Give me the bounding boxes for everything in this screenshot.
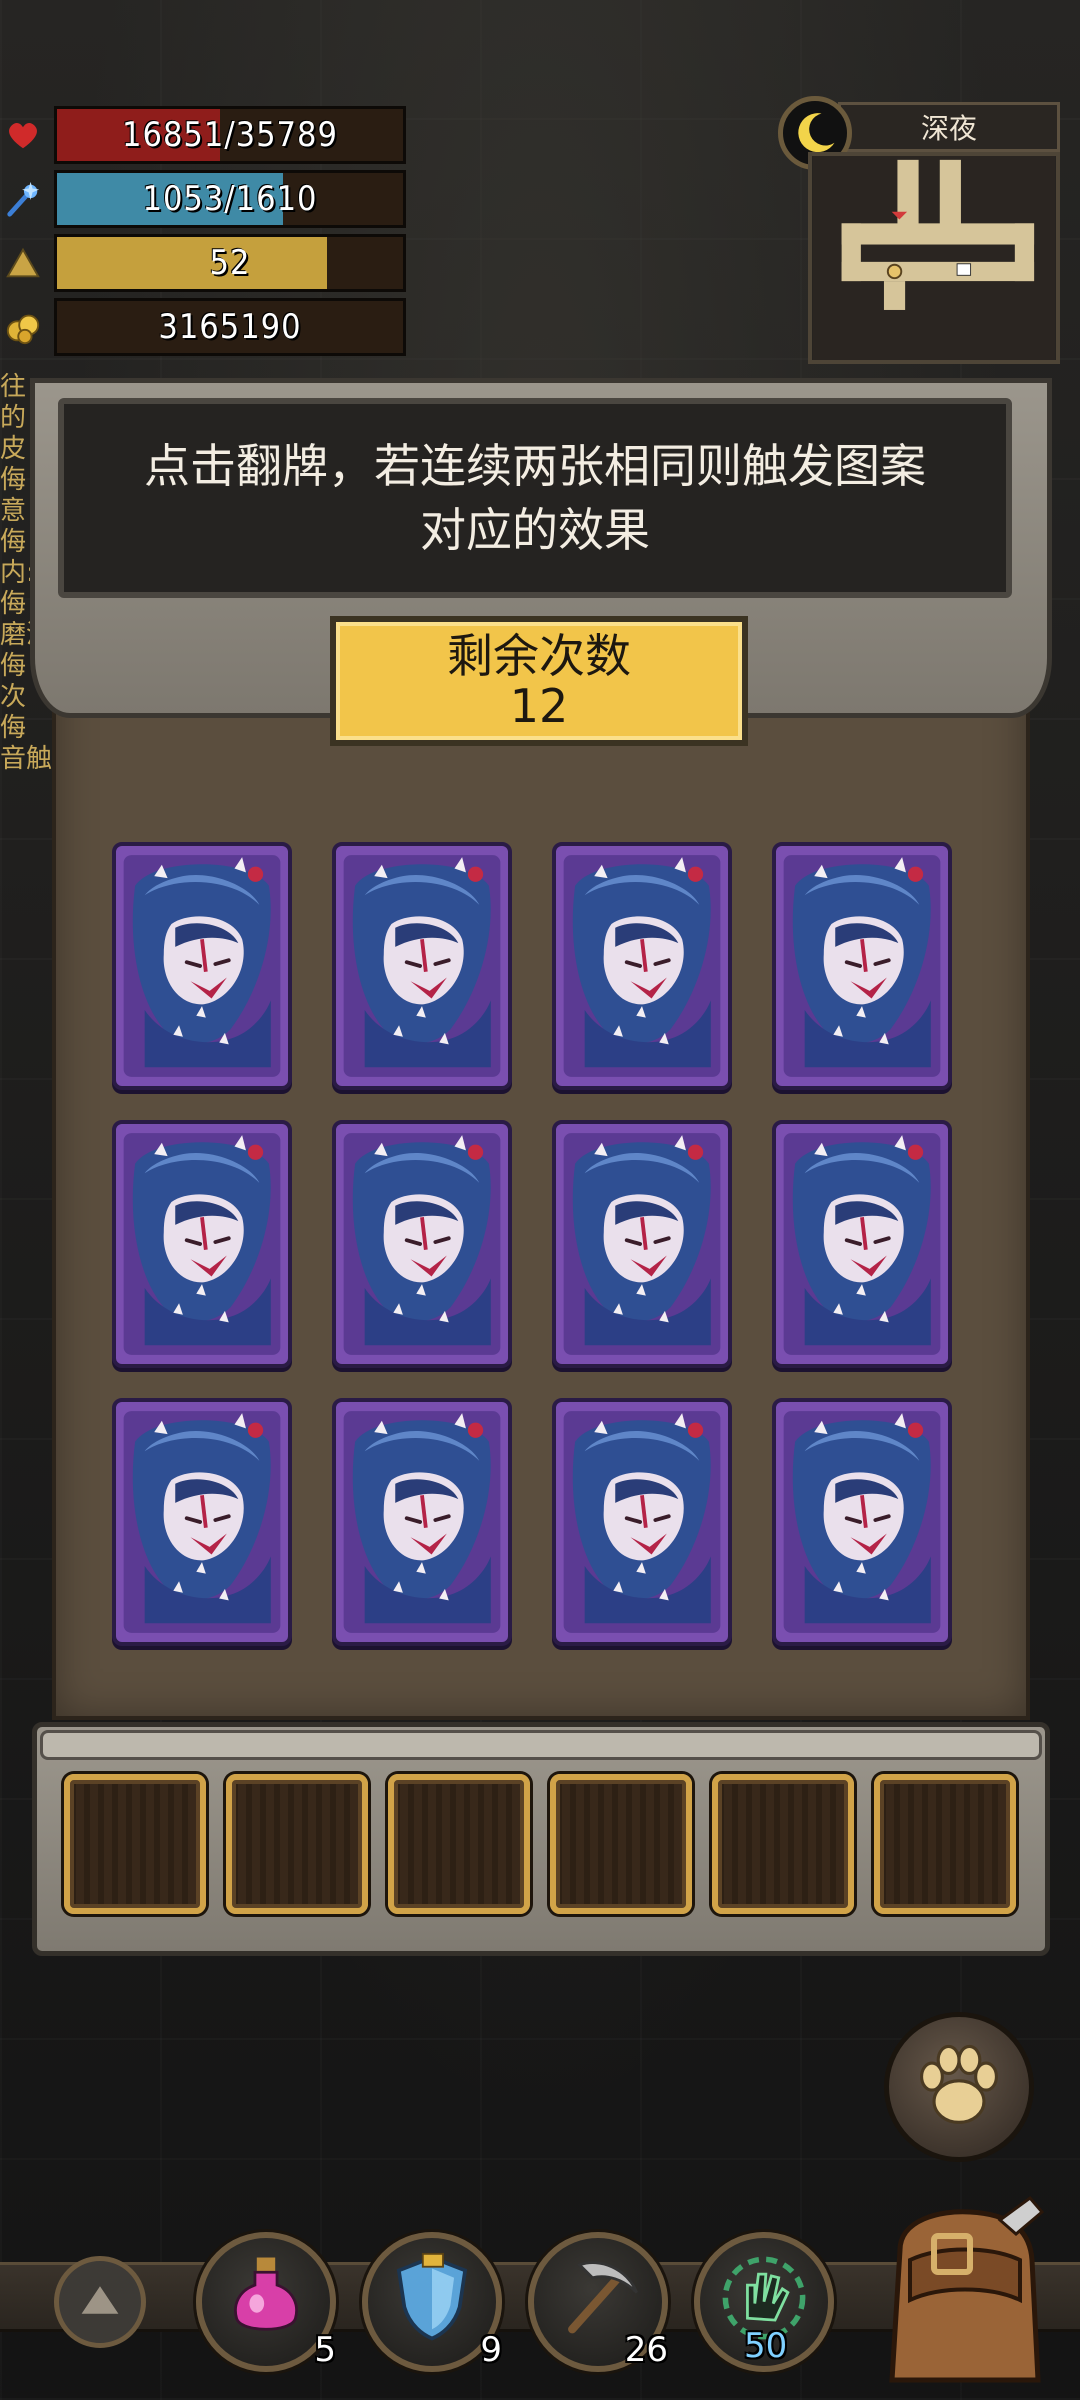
hp-bar: 16851/35789	[54, 106, 406, 164]
hooded-girl-card-back-icon	[343, 1411, 501, 1633]
time-label: 深夜	[838, 102, 1060, 152]
hooded-girl-card-back-icon	[123, 1133, 281, 1355]
glove-button[interactable]: 50	[694, 2232, 834, 2372]
heart-icon	[9, 123, 37, 149]
match-slot	[874, 1774, 1016, 1914]
remaining-value: 12	[509, 679, 569, 733]
side-list-item: 音触	[0, 744, 52, 774]
hp-text: 16851/35789	[122, 115, 338, 155]
mana-icon	[7, 181, 40, 217]
level-triangle-icon	[6, 247, 40, 278]
hooded-girl-card-back-icon	[783, 1411, 941, 1633]
match-slot	[226, 1774, 368, 1914]
minimap[interactable]	[808, 152, 1060, 364]
blue-shield-icon	[396, 2252, 468, 2341]
hooded-girl-card-back-icon	[563, 1133, 721, 1355]
shield-count: 9	[480, 2330, 502, 2370]
gold-text: 3165190	[158, 307, 302, 347]
memory-card[interactable]	[112, 1398, 292, 1646]
hp-row: 16851/35789	[0, 106, 410, 164]
pet-button[interactable]	[884, 2012, 1034, 2162]
memory-card[interactable]	[332, 1398, 512, 1646]
memory-card[interactable]	[772, 1120, 952, 1368]
level-bar: 52	[54, 234, 406, 292]
up-button[interactable]	[54, 2256, 146, 2348]
gold-bar: 3165190	[54, 298, 406, 356]
slot-tray-rail	[40, 1730, 1042, 1760]
memory-card[interactable]	[332, 842, 512, 1090]
hooded-girl-card-back-icon	[563, 1411, 721, 1633]
hooded-girl-card-back-icon	[343, 855, 501, 1077]
level-text: 52	[209, 243, 251, 283]
hooded-girl-card-back-icon	[123, 1411, 281, 1633]
paw-icon	[920, 2044, 998, 2124]
up-arrow-icon	[81, 2286, 119, 2314]
mp-row: 1053/1610	[0, 170, 410, 228]
gold-row: 3165190	[0, 298, 410, 356]
mp-text: 1053/1610	[142, 179, 318, 219]
side-list-item: 侮	[0, 713, 27, 743]
mp-bar: 1053/1610	[54, 170, 406, 228]
glove-count: 50	[744, 2326, 788, 2366]
gold-icon	[6, 314, 40, 345]
memory-card[interactable]	[112, 842, 292, 1090]
match-slot	[712, 1774, 854, 1914]
minimap-rooms	[812, 156, 1056, 360]
memory-card[interactable]	[332, 1120, 512, 1368]
memory-card[interactable]	[772, 842, 952, 1090]
pickaxe-count: 26	[624, 2330, 668, 2370]
memory-card[interactable]	[552, 1398, 732, 1646]
backpack-icon	[889, 2195, 1045, 2383]
hooded-girl-card-back-icon	[123, 855, 281, 1077]
memory-card[interactable]	[552, 842, 732, 1090]
match-slot	[388, 1774, 530, 1914]
hooded-girl-card-back-icon	[343, 1133, 501, 1355]
pink-potion-icon	[234, 2257, 298, 2331]
match-slot	[550, 1774, 692, 1914]
memory-card[interactable]	[112, 1120, 292, 1368]
backpack-button[interactable]	[870, 2190, 1050, 2390]
match-slot	[64, 1774, 206, 1914]
potion-count: 5	[314, 2330, 336, 2370]
remaining-label: 剩余次数	[447, 629, 631, 683]
instructions-text: 点击翻牌，若连续两张相同则触发图案对应的效果	[58, 398, 1012, 598]
hooded-girl-card-back-icon	[563, 855, 721, 1077]
hooded-girl-card-back-icon	[783, 855, 941, 1077]
memory-card[interactable]	[552, 1120, 732, 1368]
pickaxe-button[interactable]: 26	[528, 2232, 668, 2372]
memory-card[interactable]	[772, 1398, 952, 1646]
remaining-count-box: 剩余次数 12	[330, 616, 748, 746]
potion-button[interactable]: 5	[196, 2232, 336, 2372]
level-row: 52	[0, 234, 410, 292]
hooded-girl-card-back-icon	[783, 1133, 941, 1355]
shield-button[interactable]: 9	[362, 2232, 502, 2372]
